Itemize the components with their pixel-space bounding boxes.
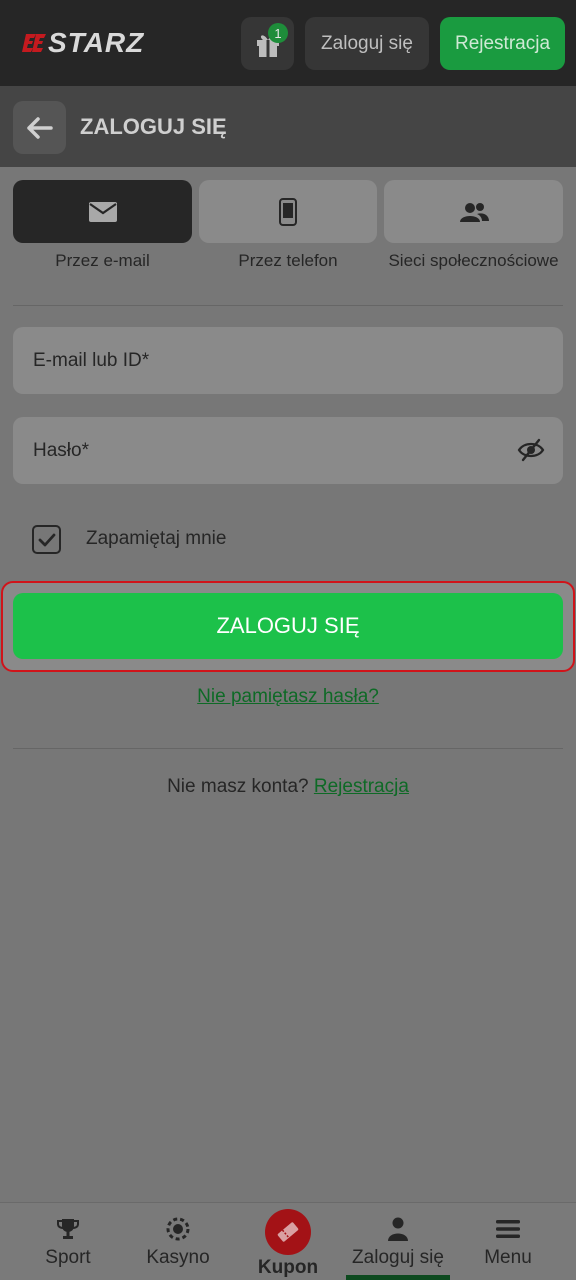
forgot-password-row: Nie pamiętasz hasła?: [0, 686, 576, 708]
register-link[interactable]: Rejestracja: [314, 776, 409, 797]
nav-item-login[interactable]: Zaloguj się: [343, 1203, 453, 1280]
nav-item-menu[interactable]: Menu: [468, 1203, 548, 1280]
tab-email[interactable]: [13, 180, 192, 243]
eye-off-icon[interactable]: [517, 437, 545, 463]
login-submit-button[interactable]: ZALOGUJ SIĘ: [13, 593, 563, 659]
divider: [13, 305, 563, 306]
logo-mark-icon: [22, 34, 46, 52]
trophy-icon: [56, 1217, 80, 1241]
nav-item-sport[interactable]: Sport: [28, 1203, 108, 1280]
tab-email-label: Przez e-mail: [55, 251, 150, 270]
top-login-button[interactable]: Zaloguj się: [305, 17, 429, 70]
logo[interactable]: STARZ: [22, 26, 144, 60]
user-icon: [387, 1217, 409, 1241]
casino-chip-icon: [166, 1217, 190, 1241]
tab-phone-label: Przez telefon: [238, 251, 338, 270]
email-field-container: [13, 327, 563, 394]
nav-label: Menu: [484, 1247, 532, 1268]
email-input[interactable]: [13, 327, 563, 394]
menu-icon: [496, 1217, 520, 1241]
no-account-row: Nie masz konta? Rejestracja: [0, 776, 576, 798]
page-title: ZALOGUJ SIĘ: [80, 114, 227, 139]
divider: [13, 748, 563, 749]
remember-checkbox[interactable]: [32, 525, 61, 554]
nav-label: Sport: [45, 1247, 91, 1268]
tab-social[interactable]: [384, 180, 563, 243]
checkmark-icon: [38, 533, 55, 546]
gift-button[interactable]: 1: [241, 17, 294, 70]
gift-badge: 1: [268, 23, 288, 43]
logo-text: STARZ: [48, 27, 145, 58]
nav-active-indicator: [346, 1275, 450, 1280]
users-icon: [459, 202, 489, 222]
arrow-left-icon: [26, 116, 53, 139]
no-account-text: Nie masz konta?: [167, 776, 309, 797]
nav-label: Zaloguj się: [352, 1247, 444, 1268]
tab-phone[interactable]: [199, 180, 377, 243]
ticket-icon: [265, 1209, 311, 1255]
tab-social-label: Sieci społecznościowe: [388, 251, 559, 270]
nav-label: Kupon: [257, 1257, 319, 1278]
forgot-password-link[interactable]: Nie pamiętasz hasła?: [197, 686, 379, 707]
nav-item-kasyno[interactable]: Kasyno: [138, 1203, 218, 1280]
nav-label: Kasyno: [146, 1247, 210, 1268]
password-field-container: [13, 417, 563, 484]
nav-item-kupon[interactable]: Kupon: [248, 1203, 328, 1280]
back-button[interactable]: [13, 101, 66, 154]
remember-label: Zapamiętaj mnie: [86, 528, 227, 549]
envelope-icon: [88, 201, 117, 222]
bottom-nav: Sport Kasyno Kupon Zaloguj się Menu: [0, 1202, 576, 1280]
phone-icon: [279, 197, 297, 226]
password-input[interactable]: [13, 417, 563, 484]
top-register-button[interactable]: Rejestracja: [440, 17, 565, 70]
page-header: ZALOGUJ SIĘ: [0, 86, 576, 167]
top-bar: STARZ 1 Zaloguj się Rejestracja: [0, 0, 576, 86]
